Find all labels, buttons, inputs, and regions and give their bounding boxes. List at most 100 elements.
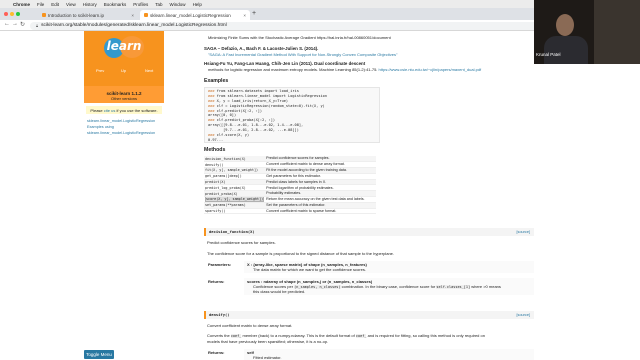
signature-name: decision_function(X) [209,228,255,234]
densify-signature: densify() [source] [204,311,534,319]
densify-detail: Converts the coef_ member (back) to a nu… [207,333,527,338]
toc-item-examples-class[interactable]: sklearn.linear_model.LogisticRegression [87,131,155,135]
returns-label: Returns: [208,350,225,355]
densify-detail-text: and is required for fitting, so calling … [367,333,485,338]
webcam-person-head [556,14,574,36]
reload-icon[interactable]: ↻ [20,21,25,28]
close-window-button[interactable] [4,12,8,16]
methods-table: decision_function(X) Predict confidence s… [204,156,376,215]
menu-app-name[interactable]: Chrome [13,2,30,7]
reference-yu-text: methods for logistic regression and maxi… [208,67,481,72]
methods-heading: Methods [204,147,226,153]
menu-edit[interactable]: Edit [51,2,59,7]
toc-item-examples[interactable]: Examples using [87,125,114,129]
minimize-window-button[interactable] [10,12,14,16]
reference-sag: Minimizing Finite Sums with the Stochast… [208,35,391,40]
source-link[interactable]: [source] [516,313,530,318]
code-text: array([0, 0]) [208,113,237,118]
up-link[interactable]: Up [121,68,126,73]
next-link[interactable]: Next [145,68,153,73]
densify-detail-text: member (back) to a numpy.ndarray. This i… [242,333,355,338]
examples-heading: Examples [204,78,229,84]
method-link[interactable]: predict(X) [205,180,225,184]
example-code-block: >>> from sklearn.datasets import load_ir… [204,87,380,143]
cite-suffix: if you use the software. [116,108,158,113]
decision-function-detail: The confidence score for a sample is pro… [207,251,394,256]
code-prompt: >>> [208,98,217,103]
return-desc-text: Confidence scores per [253,284,294,289]
cite-prefix: Please [90,108,103,113]
decision-function-summary: Predict confidence scores for samples. [207,240,276,245]
code-line: 0.97... [208,138,376,143]
method-link[interactable]: fit(X, y[, sample_weight]) [205,168,258,172]
source-link[interactable]: [source] [516,230,530,235]
cite-us-link[interactable]: cite us [104,108,116,113]
code-text: clf = LogisticRegression(random_state=0)… [216,103,325,108]
toggle-menu-button[interactable]: Toggle Menu [84,350,114,359]
method-link[interactable]: predict_proba(X) [205,192,238,196]
logo-banner: learn Prev Up Next [84,31,164,86]
reference-yu-desc: methods for logistic regression and maxi… [208,67,378,72]
prev-link[interactable]: Prev [96,68,104,73]
method-link[interactable]: densify() [205,163,223,167]
code-text: 0.97... [208,137,224,142]
code-text: from sklearn.datasets import load_iris [216,89,299,93]
densify-summary: Convert coefficient matrix to dense arra… [207,323,293,328]
return-desc-text: combination. In the binary case, confide… [341,284,436,289]
method-description: Return the mean accuracy on the given te… [265,196,376,203]
other-versions-link[interactable]: Other versions [84,96,164,101]
menu-profiles[interactable]: Profiles [133,2,148,7]
code-text: X, y = load_iris(return_X_y=True) [216,98,289,103]
method-link[interactable]: decision_function(X) [205,157,246,161]
back-icon[interactable]: ← [4,21,10,27]
menu-window[interactable]: Window [170,2,186,7]
returns-box: scores : ndarray of shape (n_samples,) o… [244,278,534,296]
method-link[interactable]: get_params([deep]) [205,174,242,178]
tab-intro-notebook[interactable]: Introduction to scikit-learn.ip × [38,10,138,20]
close-tab-icon[interactable]: × [243,13,246,18]
new-tab-button[interactable]: + [252,10,256,17]
parameters-label: Parameters: [208,262,232,267]
menu-help[interactable]: Help [193,2,202,7]
code-prompt: >>> [208,108,217,113]
zoom-window-button[interactable] [16,12,20,16]
url-field[interactable]: 🔒︎ scikit-learn.org/stable/modules/gener… [30,21,600,30]
densify-detail-2: models that have previously been sparsif… [207,339,329,344]
returns-label: Returns: [208,279,225,284]
webcam-person-body [544,36,588,64]
lock-icon[interactable]: 🔒︎ [36,23,38,28]
method-link[interactable]: set_params(**params) [205,203,246,207]
method-link[interactable]: score(X, y[, sample_weight]) [205,196,265,202]
method-description: Convert coefficient matrix to sparse for… [265,208,376,215]
menu-tab[interactable]: Tab [155,2,162,7]
jupyter-favicon-icon [42,13,46,17]
code-text: [9.7...e-01, 2.8...e-02, ...e-08]]) [208,128,299,132]
method-cell: fit(X, y[, sample_weight]) [204,167,266,174]
code-text: from sklearn.linear_model import Logisti… [216,93,328,98]
method-link[interactable]: sparsify() [205,209,225,213]
decision-function-signature: decision_function(X) [source] [204,228,534,236]
menu-bookmarks[interactable]: Bookmarks [104,2,127,7]
tab-logistic-regression[interactable]: sklearn.linear_model.LogisticRegression … [140,10,250,20]
return-desc-text: where >0 means [471,284,501,289]
reference-yu-link[interactable]: https://www.csie.ntu.edu.tw/~cjlin/paper… [379,67,482,72]
method-row: score(X, y[, sample_weight]) Return the m… [204,196,376,203]
method-link[interactable]: predict_log_proba(X) [205,186,246,190]
webcam-background [594,0,640,64]
densify-detail-text: Converts the [207,333,230,338]
code-text: clf.score(X, y) [216,132,250,137]
close-tab-icon[interactable]: × [131,13,134,18]
return-self-desc: Fitted estimator. [253,355,282,360]
code-text: array([[9.8...e-01, 1.8...e-02, 1.4...e-… [208,123,304,128]
reference-saga-link[interactable]: "SAGA: A Fast Incremental Gradient Metho… [208,52,397,57]
code-prompt: >>> [208,93,217,98]
toc-item-class[interactable]: sklearn.linear_model.LogisticRegression [87,119,155,123]
forward-icon[interactable]: → [12,21,18,27]
method-cell: sparsify() [204,208,266,215]
menu-view[interactable]: View [66,2,76,7]
logo-text: learn [106,39,142,53]
menu-history[interactable]: History [83,2,97,7]
code-prompt: >>> [208,132,217,137]
menu-file[interactable]: File [37,2,44,7]
tab-label: sklearn.linear_model.LogisticRegression [150,12,231,18]
